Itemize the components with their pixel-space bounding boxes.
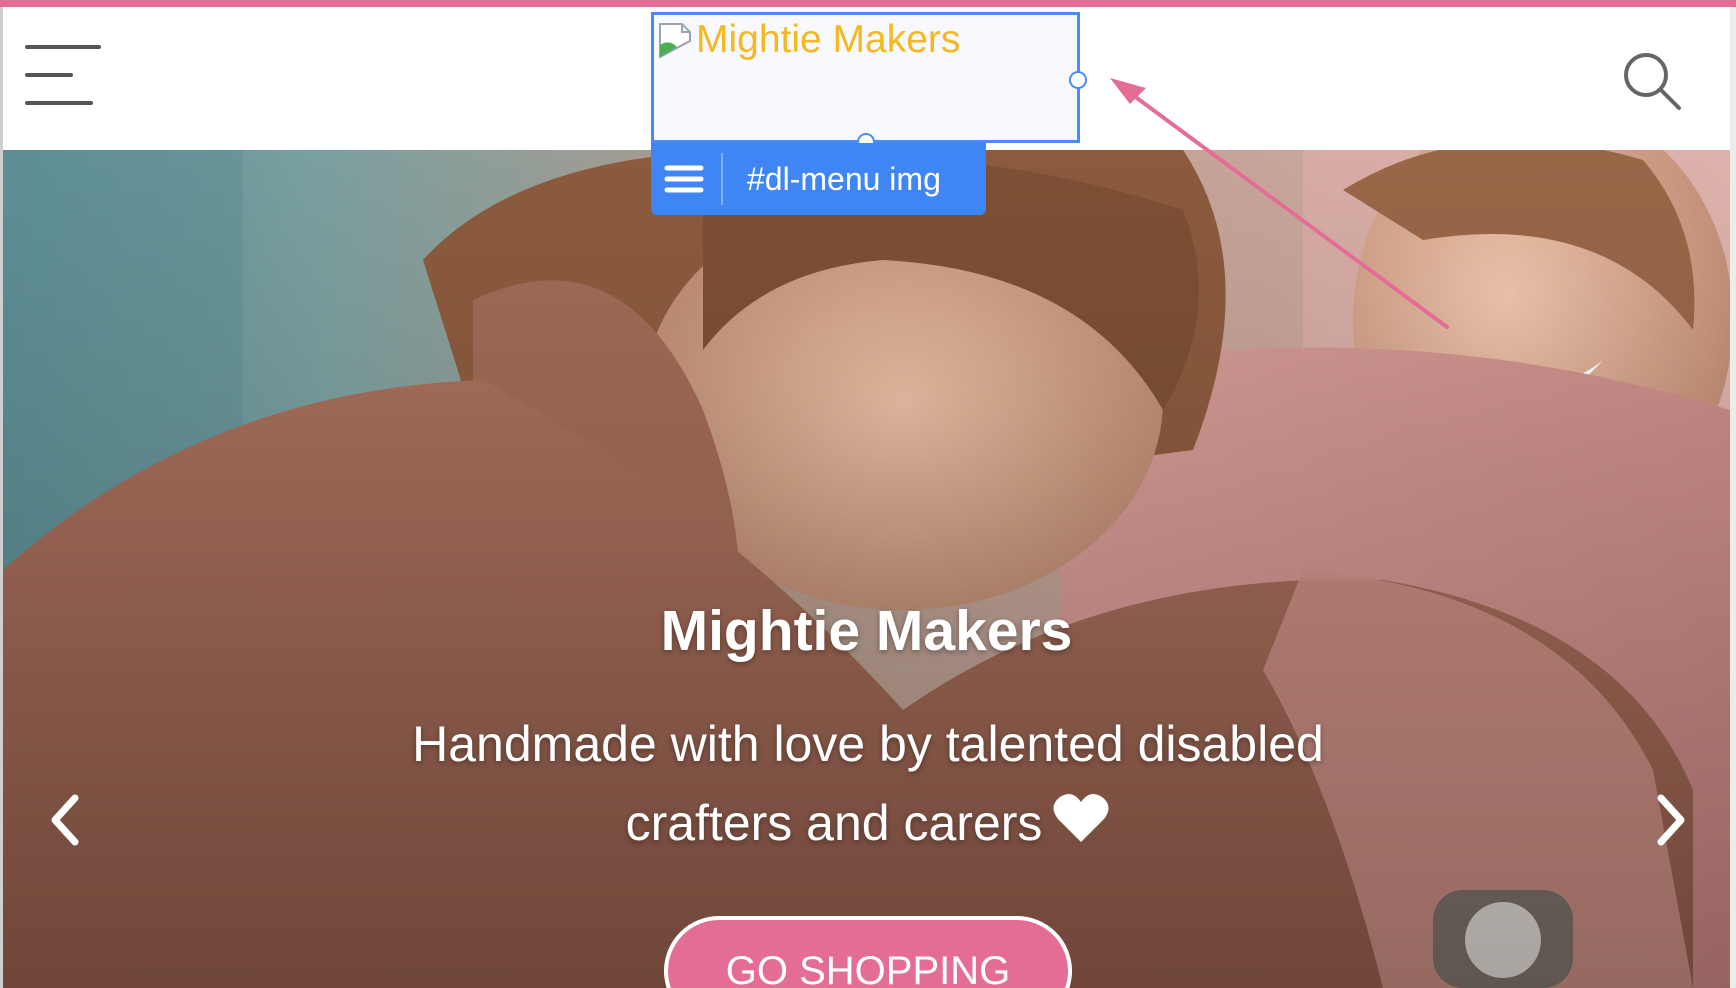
- go-shopping-button[interactable]: GO SHOPPING: [664, 916, 1072, 988]
- selector-label: #dl-menu img: [747, 161, 941, 197]
- broken-image-icon: [659, 23, 691, 59]
- top-accent-bar: [0, 0, 1736, 7]
- selector-menu-button[interactable]: [651, 143, 721, 215]
- element-selector-tag: #dl-menu img: [651, 143, 986, 215]
- hero-subtitle-text: Handmade with love by talented disabled …: [412, 716, 1324, 851]
- logo-alt-text: Mightie Makers: [696, 18, 961, 61]
- heart-icon: [1053, 793, 1109, 842]
- hero-title: Mightie Makers: [660, 599, 1073, 663]
- site-logo-image[interactable]: Mightie Makers: [651, 12, 1080, 143]
- window-frame-right: [1730, 7, 1736, 988]
- carousel-prev-button[interactable]: [47, 790, 87, 850]
- resize-handle-right[interactable]: [1069, 71, 1087, 89]
- hamburger-icon: [664, 165, 704, 193]
- hero-carousel: Mightie Makers Handmade with love by tal…: [3, 150, 1730, 988]
- chevron-left-icon: [51, 794, 79, 846]
- search-button[interactable]: [1618, 47, 1688, 117]
- hamburger-icon: [25, 45, 101, 105]
- menu-button[interactable]: [25, 43, 115, 115]
- selector-divider: [721, 153, 723, 205]
- hero-subtitle: Handmade with love by talented disabled …: [368, 705, 1368, 863]
- carousel-next-button[interactable]: [1649, 790, 1689, 850]
- search-icon: [1624, 53, 1681, 110]
- chevron-right-icon: [1657, 794, 1685, 846]
